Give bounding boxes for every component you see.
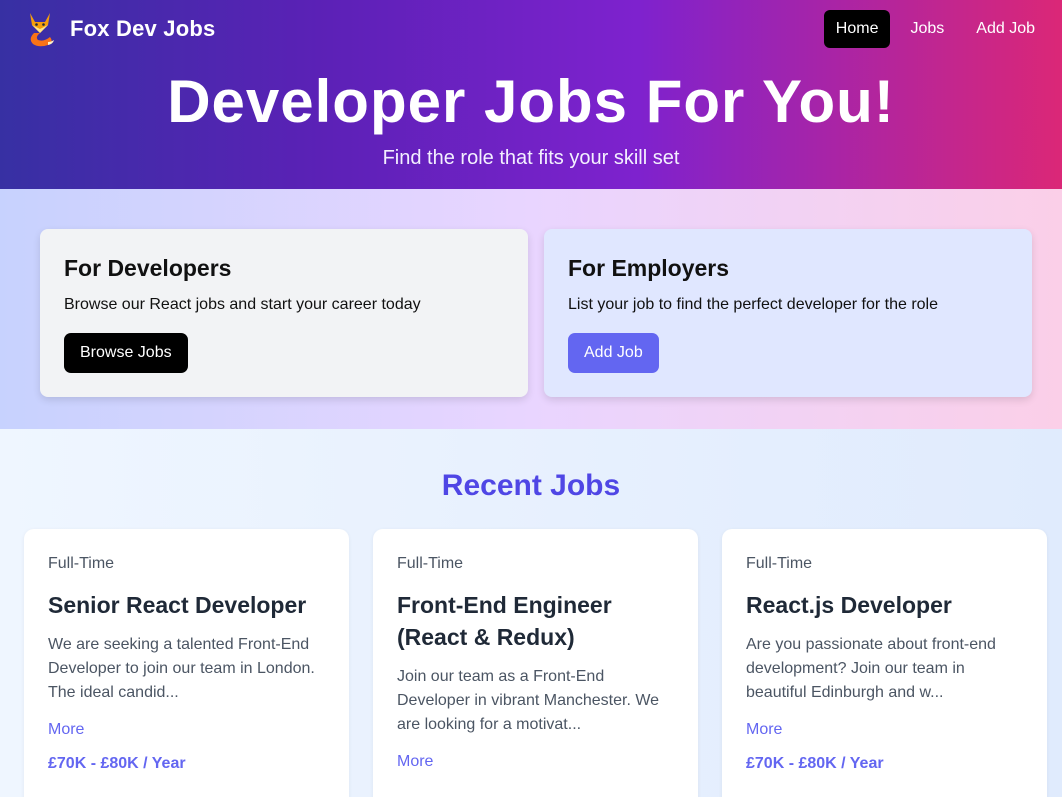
job-description: Join our team as a Front-End Developer i…: [397, 668, 660, 733]
job-type: Full-Time: [746, 555, 813, 572]
brand-link[interactable]: Fox Dev Jobs: [24, 9, 215, 49]
browse-jobs-button[interactable]: Browse Jobs: [64, 333, 188, 373]
job-card: Full-Time React.js Developer Are you pas…: [722, 529, 1047, 797]
nav-home-link[interactable]: Home: [823, 9, 891, 48]
nav-add-job-link[interactable]: Add Job: [964, 10, 1047, 48]
employers-card-text: List your job to find the perfect develo…: [568, 296, 938, 313]
job-type: Full-Time: [397, 555, 464, 572]
job-title: React.js Developer: [746, 592, 952, 618]
brand-name: Fox Dev Jobs: [70, 15, 216, 41]
job-card: Full-Time Front-End Engineer (React & Re…: [373, 529, 698, 797]
recent-jobs-section: Recent Jobs Full-Time Senior React Devel…: [0, 429, 1062, 797]
developers-card-title: For Developers: [64, 255, 232, 281]
developers-card-text: Browse our React jobs and start your car…: [64, 296, 421, 313]
fox-logo-icon: [30, 12, 54, 46]
nav-links: Home Jobs Add Job: [823, 9, 1047, 48]
job-title: Senior React Developer: [48, 592, 307, 618]
job-card: Full-Time Senior React Developer We are …: [24, 529, 349, 797]
job-type: Full-Time: [48, 555, 115, 572]
navbar: Fox Dev Jobs Home Jobs Add Job: [0, 0, 1062, 57]
employers-card-title: For Employers: [568, 255, 730, 281]
job-more-link[interactable]: More: [48, 721, 84, 739]
recent-jobs-title: Recent Jobs: [441, 469, 621, 502]
add-job-button[interactable]: Add Job: [568, 333, 659, 373]
audience-section: For Developers Browse our React jobs and…: [0, 189, 1062, 429]
nav-jobs-link[interactable]: Jobs: [898, 10, 956, 48]
hero-subtitle: Find the role that fits your skill set: [382, 147, 680, 169]
job-salary: £70K - £80K / Year: [746, 755, 884, 772]
hero-title: Developer Jobs For You!: [167, 68, 895, 135]
job-salary: £70K - £80K / Year: [48, 755, 186, 772]
site-header: Fox Dev Jobs Home Jobs Add Job Developer…: [0, 0, 1062, 189]
employers-card: For Employers List your job to find the …: [544, 229, 1032, 397]
job-more-link[interactable]: More: [746, 721, 782, 739]
developers-card: For Developers Browse our React jobs and…: [40, 229, 528, 397]
job-title: Front-End Engineer (React & Redux): [397, 592, 612, 650]
job-more-link[interactable]: More: [397, 753, 433, 771]
job-description: We are seeking a talented Front-End Deve…: [48, 636, 315, 701]
job-description: Are you passionate about front-end devel…: [746, 636, 996, 701]
